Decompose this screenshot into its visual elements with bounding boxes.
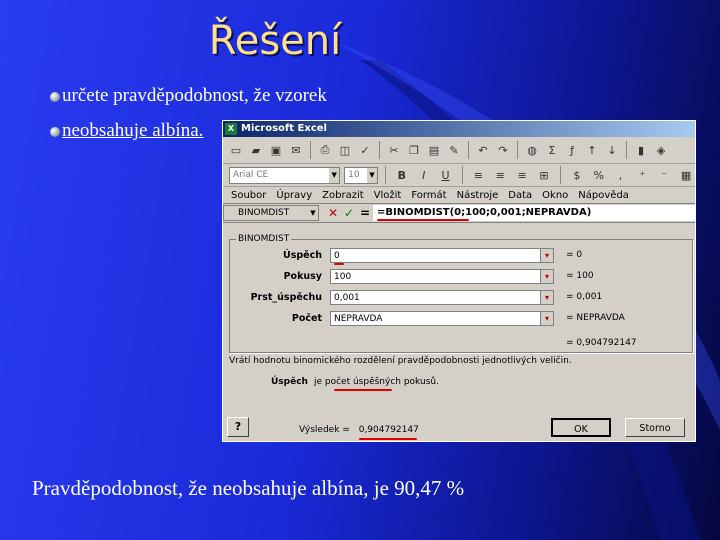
formula-bar: BINOMDIST ▼ ✕ ✓ = =BINOMDIST(0;100;0,001;… [223,203,695,223]
sort-ascending-icon[interactable]: ↑ [583,141,601,159]
hyperlink-icon[interactable]: ◍ [523,141,541,159]
collapse-dialog-icon[interactable]: ▾ [540,269,554,284]
ok-button[interactable]: OK [551,418,611,437]
format-painter-icon[interactable]: ✎ [445,141,463,159]
menu-soubor[interactable]: Soubor [231,190,266,201]
name-box[interactable]: BINOMDIST ▼ [223,205,319,221]
result-value: 0,904792147 [358,425,419,435]
function-arguments-group: BINOMDIST Úspěch 0 ▾ = 0 Pokusy 100 ▾ = … [229,234,693,391]
excel-window: X Microsoft Excel ▭ ▰ ▣ ✉ ⎙ ◫ ✓ ✂ ❐ ▤ ✎ … [222,120,696,442]
arg-input-prst-uspechu[interactable]: 0,001 [330,290,548,305]
excel-app-icon: X [225,123,237,135]
collapse-dialog-icon[interactable]: ▾ [540,311,554,326]
email-icon[interactable]: ✉ [287,141,305,159]
chart-wizard-icon[interactable]: ▮ [632,141,650,159]
cancel-formula-icon[interactable]: ✕ [325,206,341,220]
standard-toolbar: ▭ ▰ ▣ ✉ ⎙ ◫ ✓ ✂ ❐ ▤ ✎ ↶ ↷ ◍ Σ ƒ ↑ ↓ ▮ ◈ [223,137,695,164]
bullet-1: určete pravděpodobnost, že vzorek [50,85,327,107]
copy-icon[interactable]: ❐ [405,141,423,159]
menu-format[interactable]: Formát [411,190,446,201]
italic-icon[interactable]: I [415,166,433,184]
result-underline [358,438,417,440]
borders-icon[interactable]: ▦ [677,166,695,184]
input-underline [334,389,392,391]
arg-input-pocet[interactable]: NEPRAVDA [330,311,548,326]
merge-center-icon[interactable]: ⊞ [535,166,553,184]
open-folder-icon[interactable]: ▰ [247,141,265,159]
formula-underline [377,219,469,221]
equals-sign[interactable]: = [357,206,373,220]
enter-formula-icon[interactable]: ✓ [341,206,357,220]
menu-vlozit[interactable]: Vložit [374,190,402,201]
drawing-icon[interactable]: ◈ [652,141,670,159]
menu-okno[interactable]: Okno [542,190,568,201]
cut-icon[interactable]: ✂ [385,141,403,159]
new-document-icon[interactable]: ▭ [227,141,245,159]
font-combo[interactable]: Arial CE ▼ [229,166,341,184]
arg-row-pocet: Počet NEPRAVDA ▾ = NEPRAVDA [230,309,692,391]
argument-description: Úspěch je počet úspěšných pokusů. [271,377,439,387]
increase-decimal-icon[interactable]: ⁺ [633,166,651,184]
arg-label: Počet [291,313,322,324]
arg-result: = 0,001 [566,292,603,302]
bullet-dot-icon [50,126,60,137]
function-icon[interactable]: ƒ [563,141,581,159]
save-icon[interactable]: ▣ [267,141,285,159]
arg-result: = 0 [566,250,583,260]
formula-input[interactable]: =BINOMDIST(0;100;0,001;NEPRAVDA) [373,205,695,221]
arg-row-uspech: Úspěch 0 ▾ = 0 [230,246,692,266]
cancel-button[interactable]: Storno [625,418,685,437]
formatting-toolbar: Arial CE ▼ 10 ▼ B I U ≡ ≡ ≡ ⊞ $ % , ⁺ ⁻ ▦ [223,164,695,187]
spelling-icon[interactable]: ✓ [356,141,374,159]
function-result: = 0,904792147 [566,338,637,348]
result-line: Výsledek = 0,904792147 [299,425,419,440]
menu-bar: Soubor Úpravy Zobrazit Vložit Formát Nás… [223,187,695,203]
collapse-dialog-icon[interactable]: ▾ [540,290,554,305]
print-preview-icon[interactable]: ◫ [336,141,354,159]
group-title: BINOMDIST [236,234,292,244]
function-help-text: Vrátí hodnotu binomického rozdělení prav… [229,356,572,366]
arg-row-pokusy: Pokusy 100 ▾ = 100 [230,267,692,287]
bullet-2: neobsahuje albína. [50,120,203,142]
underline-icon[interactable]: U [437,166,455,184]
decrease-decimal-icon[interactable]: ⁻ [655,166,673,184]
bold-icon[interactable]: B [393,166,411,184]
menu-data[interactable]: Data [508,190,532,201]
help-button[interactable]: ? [227,417,249,437]
arg-label: Pokusy [283,271,322,282]
align-right-icon[interactable]: ≡ [513,166,531,184]
menu-upravy[interactable]: Úpravy [276,190,312,201]
thousands-icon[interactable]: , [612,166,630,184]
autosum-icon[interactable]: Σ [543,141,561,159]
arg-label: Prst_úspěchu [250,292,322,303]
font-size-combo[interactable]: 10 ▼ [344,166,378,184]
slide-caption: Pravděpodobnost, že neobsahuje albína, j… [32,476,465,500]
bullet-dot-icon [50,91,60,102]
menu-nastroje[interactable]: Nástroje [457,190,499,201]
paste-icon[interactable]: ▤ [425,141,443,159]
print-icon[interactable]: ⎙ [316,141,334,159]
arg-result: = NEPRAVDA [566,313,625,323]
slide-title: Řešení [208,18,342,64]
align-center-icon[interactable]: ≡ [491,166,509,184]
excel-title-bar: X Microsoft Excel [223,121,695,137]
arg-row-prst-uspechu: Prst_úspěchu 0,001 ▾ = 0,001 [230,288,692,308]
percent-icon[interactable]: % [590,166,608,184]
menu-zobrazit[interactable]: Zobrazit [322,190,364,201]
arg-input-pokusy[interactable]: 100 [330,269,548,284]
undo-icon[interactable]: ↶ [474,141,492,159]
collapse-dialog-icon[interactable]: ▾ [540,248,554,263]
arg-label: Úspěch [282,250,322,261]
align-left-icon[interactable]: ≡ [469,166,487,184]
input-underline [334,263,344,265]
menu-napoveda[interactable]: Nápověda [578,190,629,201]
arg-result: = 100 [566,271,594,281]
redo-icon[interactable]: ↷ [494,141,512,159]
currency-icon[interactable]: $ [568,166,586,184]
sort-descending-icon[interactable]: ↓ [603,141,621,159]
arg-input-uspech[interactable]: 0 [330,248,548,263]
